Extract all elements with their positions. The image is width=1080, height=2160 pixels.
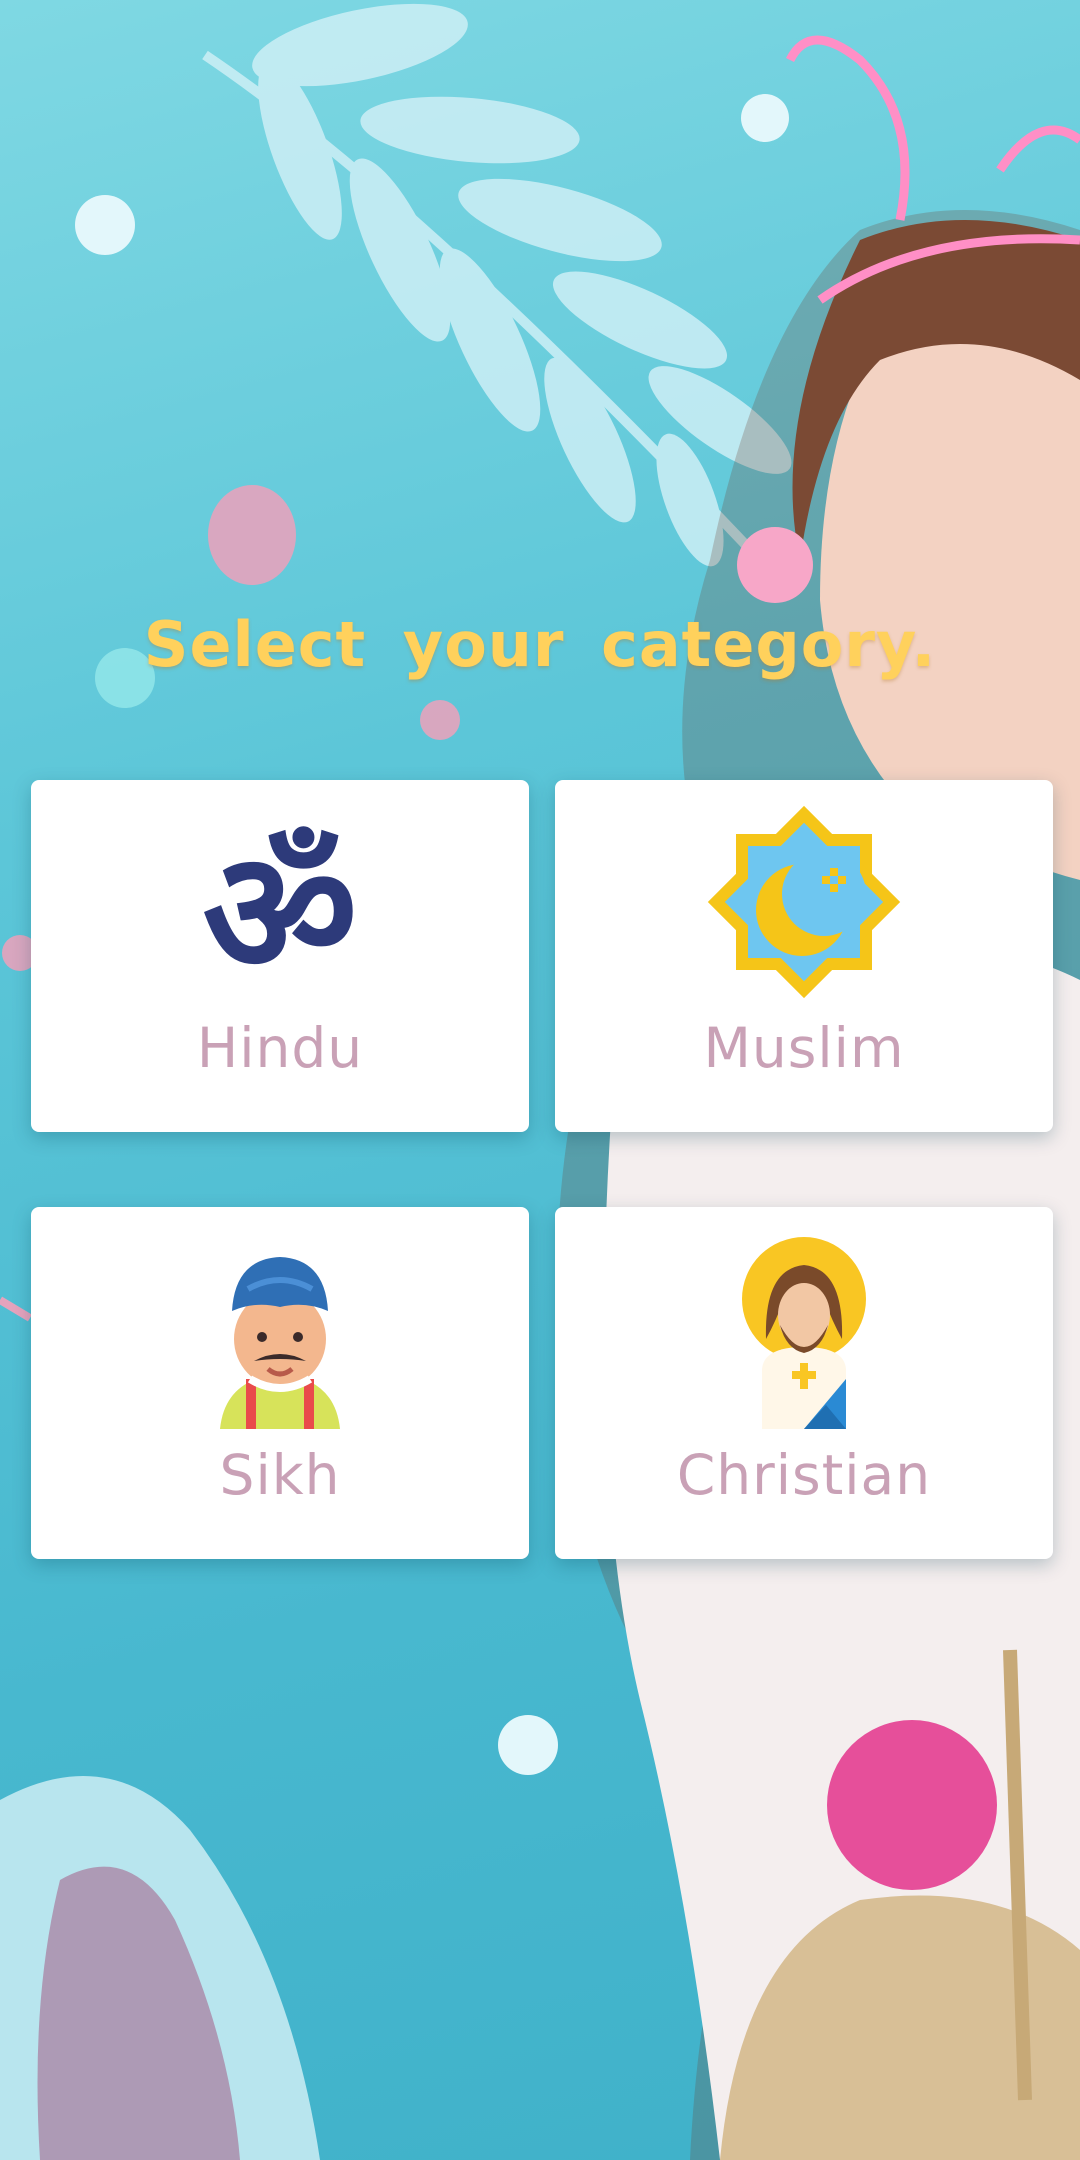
category-label: Christian xyxy=(676,1443,932,1507)
category-label: Sikh xyxy=(219,1443,341,1507)
category-card-christian[interactable]: Christian xyxy=(555,1207,1053,1559)
category-card-hindu[interactable]: ॐ Hindu xyxy=(31,780,529,1132)
om-icon: ॐ xyxy=(180,802,380,1002)
sikh-man-icon xyxy=(180,1229,380,1429)
category-label: Muslim xyxy=(703,1016,905,1080)
category-screen: Select your category. ॐ Hindu Muslim Sik… xyxy=(0,0,1080,2160)
crescent-star-icon xyxy=(704,802,904,1002)
page-title: Select your category. xyxy=(143,608,937,681)
category-card-sikh[interactable]: Sikh xyxy=(31,1207,529,1559)
category-label: Hindu xyxy=(196,1016,364,1080)
jesus-icon xyxy=(704,1229,904,1429)
svg-text:ॐ: ॐ xyxy=(202,815,357,1002)
category-card-muslim[interactable]: Muslim xyxy=(555,780,1053,1132)
